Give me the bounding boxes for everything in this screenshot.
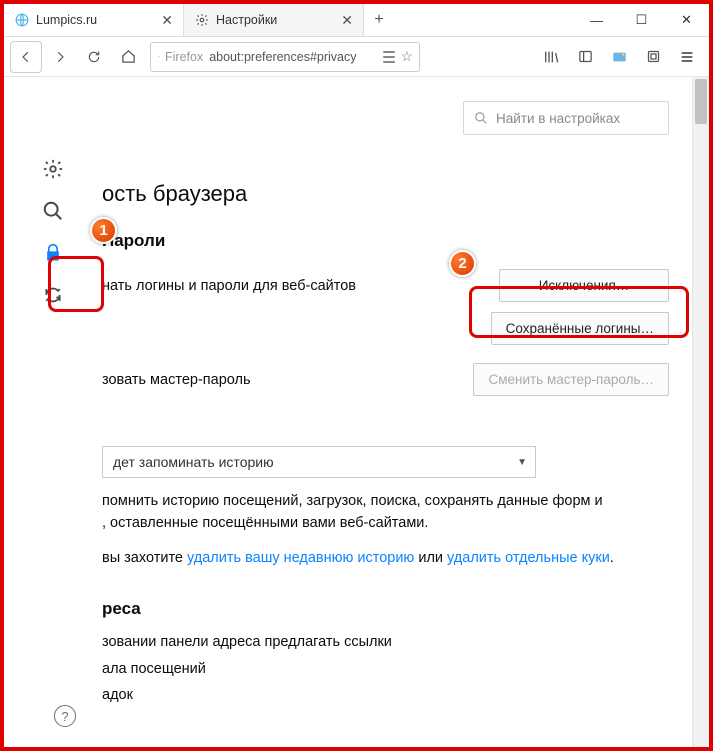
- page-heading: ость браузера: [102, 181, 669, 207]
- clear-history-link[interactable]: удалить вашу недавнюю историю: [187, 550, 414, 566]
- saved-logins-button[interactable]: Сохранённые логины…: [491, 312, 669, 345]
- section-address-heading: реса: [102, 599, 669, 619]
- remember-logins-label: нать логины и пароли для веб-сайтов: [102, 278, 356, 294]
- home-button[interactable]: [112, 41, 144, 73]
- url-bar[interactable]: Firefox about:preferences#privacy ☆: [150, 42, 420, 72]
- change-master-password-button: Сменить мастер-пароль…: [473, 363, 669, 396]
- sidebar-item-sync[interactable]: [41, 283, 65, 307]
- minimize-button[interactable]: —: [574, 4, 619, 36]
- titlebar: Lumpics.ru ✕ Настройки ✕ + — ☐ ✕: [4, 4, 709, 37]
- url-text: about:preferences#privacy: [209, 50, 356, 64]
- help-button[interactable]: ?: [54, 705, 76, 727]
- annotation-marker-1: 1: [90, 217, 117, 244]
- extension-icon[interactable]: [603, 41, 635, 73]
- address-line1: зовании панели адреса предлагать ссылки: [102, 631, 669, 653]
- sidebar-item-privacy[interactable]: [41, 241, 65, 265]
- maximize-button[interactable]: ☐: [619, 4, 664, 36]
- tab-label: Lumpics.ru: [36, 13, 97, 27]
- search-placeholder: Найти в настройках: [496, 111, 620, 126]
- history-links-line: вы захотите удалить вашу недавнюю истори…: [102, 547, 669, 569]
- sidebar-toggle-icon[interactable]: [569, 41, 601, 73]
- tab-lumpics[interactable]: Lumpics.ru ✕: [4, 4, 184, 36]
- chevron-down-icon: ▼: [517, 457, 527, 468]
- bookmark-star-icon[interactable]: ☆: [400, 48, 413, 65]
- settings-search[interactable]: Найти в настройках: [463, 101, 669, 135]
- sidebar-item-search[interactable]: [41, 199, 65, 223]
- extension2-icon[interactable]: [637, 41, 669, 73]
- globe-icon: [14, 12, 30, 28]
- page-action-icon[interactable]: [383, 51, 395, 63]
- close-window-button[interactable]: ✕: [664, 4, 709, 36]
- reload-button[interactable]: [78, 41, 110, 73]
- back-button[interactable]: [10, 41, 42, 73]
- tab-settings[interactable]: Настройки ✕: [184, 4, 364, 36]
- history-description: помнить историю посещений, загрузок, пои…: [102, 490, 669, 535]
- history-select-label: дет запоминать историю: [113, 454, 274, 470]
- library-icon[interactable]: [535, 41, 567, 73]
- toolbar: Firefox about:preferences#privacy ☆: [4, 37, 709, 77]
- close-icon[interactable]: ✕: [341, 12, 353, 29]
- identity-label: Firefox: [165, 50, 203, 64]
- delete-cookies-link[interactable]: удалить отдельные куки: [447, 550, 610, 566]
- new-tab-button[interactable]: +: [364, 4, 394, 36]
- address-line3: адок: [102, 684, 669, 706]
- main-content: Найти в настройках ость браузера Пароли …: [102, 77, 709, 747]
- master-password-label: зовать мастер-пароль: [102, 372, 251, 388]
- forward-button[interactable]: [44, 41, 76, 73]
- sidebar: ?: [4, 77, 102, 747]
- address-line2: ала посещений: [102, 658, 669, 680]
- history-mode-select[interactable]: дет запоминать историю ▼: [102, 446, 536, 478]
- close-icon[interactable]: ✕: [161, 12, 173, 29]
- tab-label: Настройки: [216, 13, 277, 27]
- annotation-marker-2: 2: [449, 250, 476, 277]
- exceptions-button[interactable]: Исключения…: [499, 269, 669, 302]
- section-passwords-heading: Пароли: [102, 231, 669, 251]
- sidebar-item-general[interactable]: [41, 157, 65, 181]
- window-controls: — ☐ ✕: [574, 4, 709, 36]
- gear-icon: [194, 12, 210, 28]
- menu-button[interactable]: [671, 41, 703, 73]
